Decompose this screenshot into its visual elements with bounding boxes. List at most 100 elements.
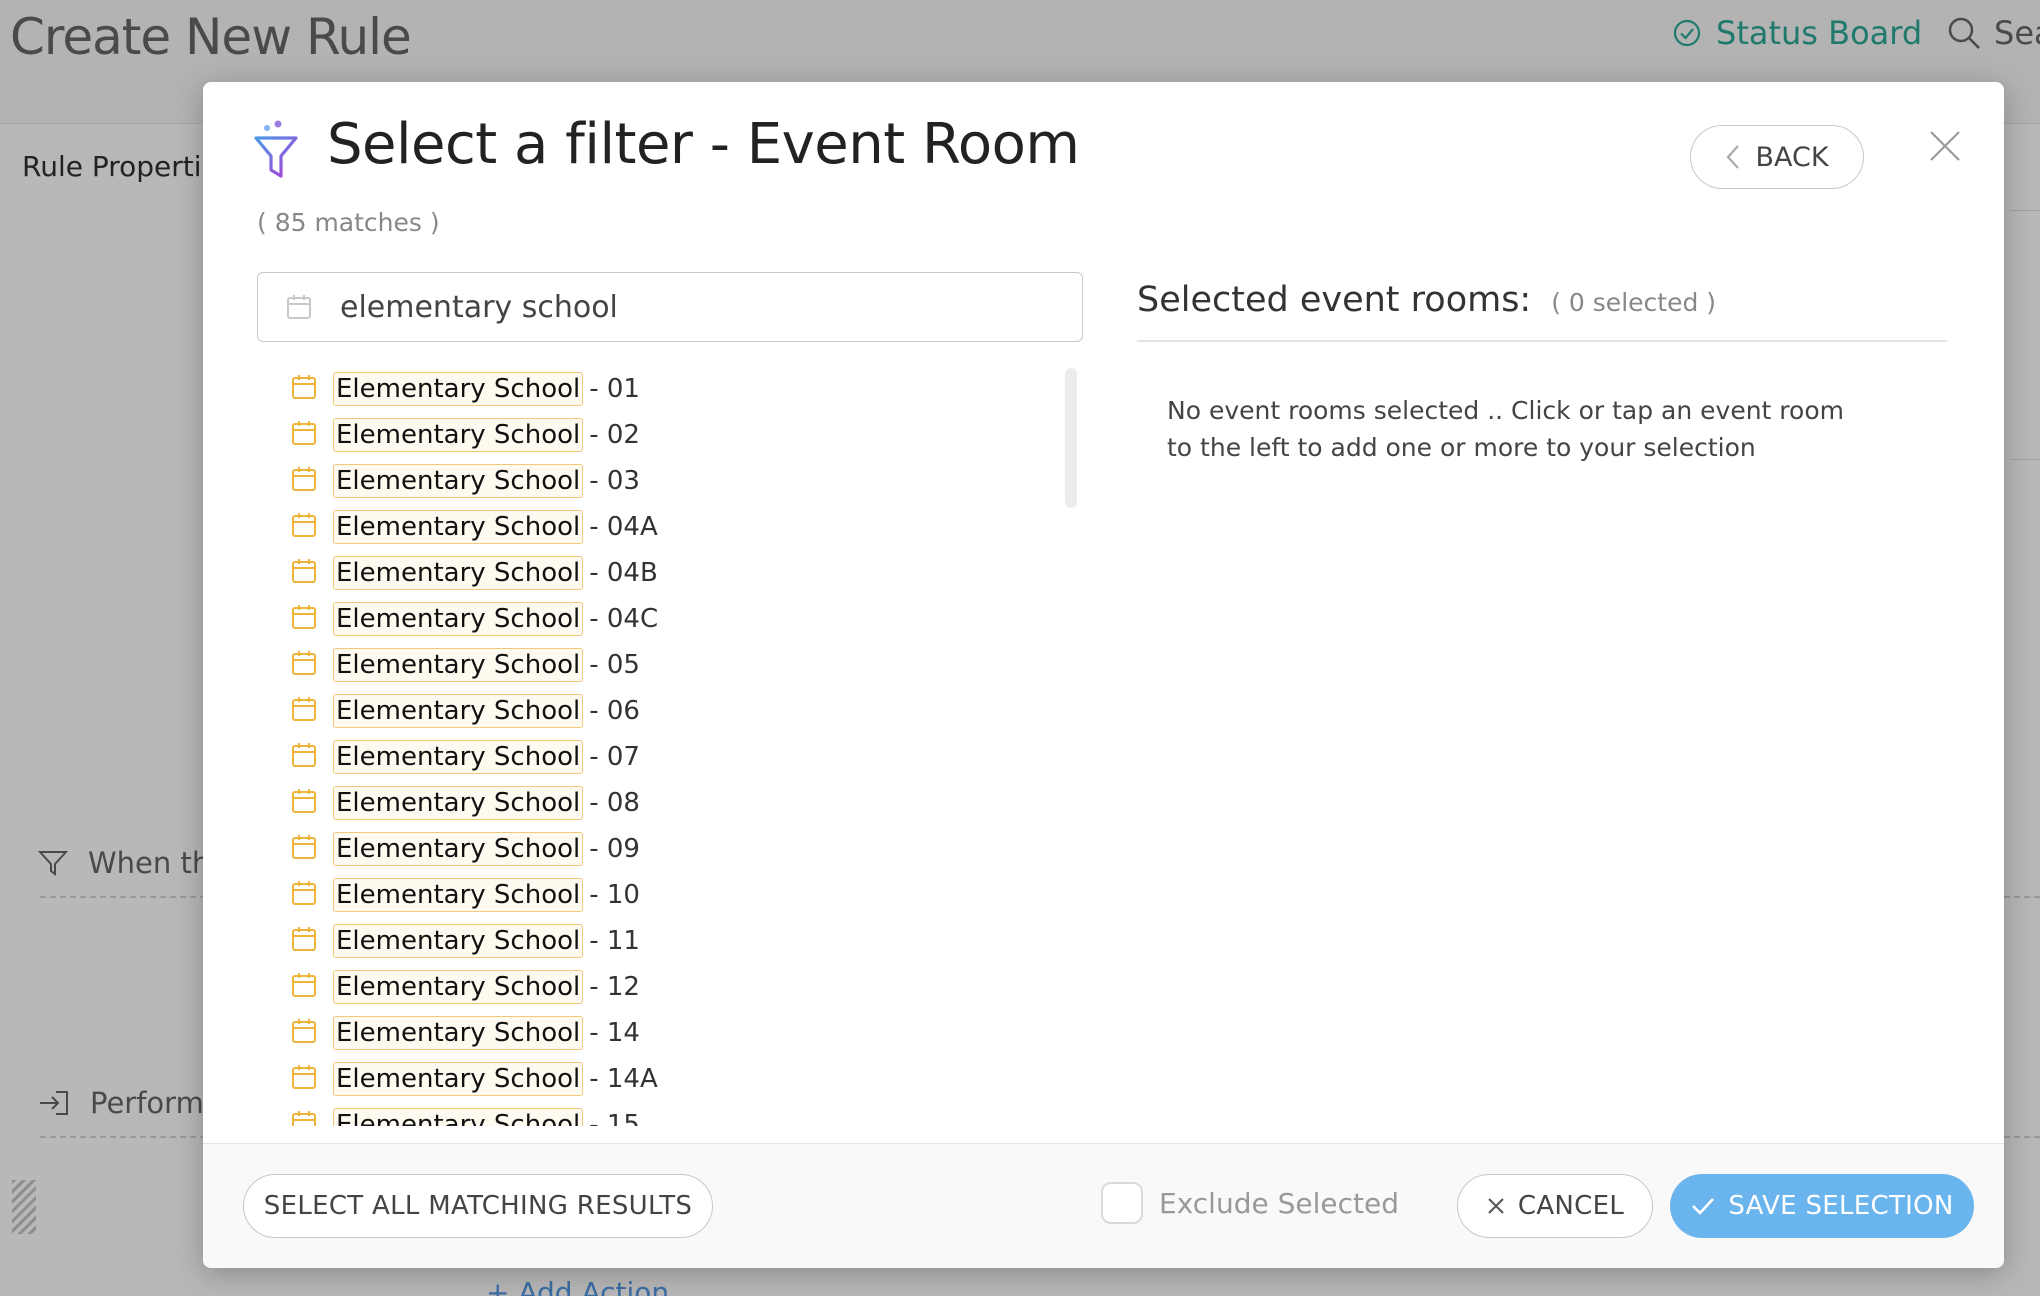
perform-section: Perform t <box>38 1086 224 1120</box>
global-search[interactable]: Sea <box>1946 14 2040 52</box>
status-board-link[interactable]: Status Board <box>1672 14 1922 52</box>
match-highlight: Elementary School <box>333 464 584 498</box>
status-board-label: Status Board <box>1716 14 1923 52</box>
selected-header: Selected event rooms: ( 0 selected ) <box>1137 280 1716 320</box>
event-room-search <box>257 272 1083 342</box>
match-highlight: Elementary School <box>333 556 584 590</box>
right-panel-edge <box>2010 210 2040 460</box>
list-item[interactable]: Elementary School - 06 <box>257 688 1057 734</box>
calendar-icon <box>291 834 317 864</box>
chevron-left-icon <box>1726 145 1740 169</box>
list-item[interactable]: Elementary School - 09 <box>257 826 1057 872</box>
calendar-icon <box>291 1110 317 1126</box>
close-icon <box>1488 1198 1504 1214</box>
calendar-icon <box>291 696 317 726</box>
search-label: Sea <box>1994 14 2040 52</box>
drag-handle[interactable] <box>12 1180 36 1234</box>
search-input[interactable] <box>340 289 1060 325</box>
calendar-icon <box>291 880 317 910</box>
room-suffix: - 01 <box>589 374 640 404</box>
list-item[interactable]: Elementary School - 03 <box>257 458 1057 504</box>
room-suffix: - 02 <box>589 420 640 450</box>
list-item[interactable]: Elementary School - 15 <box>257 1102 1057 1126</box>
room-suffix: - 09 <box>589 834 640 864</box>
room-suffix: - 10 <box>589 880 640 910</box>
page-title: Create New Rule <box>10 8 412 66</box>
results-scrollbar[interactable] <box>1065 368 1077 508</box>
list-item[interactable]: Elementary School - 01 <box>257 366 1057 412</box>
room-suffix: - 15 <box>589 1110 640 1126</box>
back-button[interactable]: BACK <box>1690 125 1864 189</box>
match-highlight: Elementary School <box>333 832 584 866</box>
room-suffix: - 04C <box>589 604 659 634</box>
calendar-icon <box>291 972 317 1002</box>
room-suffix: - 06 <box>589 696 640 726</box>
list-item[interactable]: Elementary School - 04C <box>257 596 1057 642</box>
calendar-icon <box>291 788 317 818</box>
list-item[interactable]: Elementary School - 10 <box>257 872 1057 918</box>
match-highlight: Elementary School <box>333 924 584 958</box>
list-item[interactable]: Elementary School - 14A <box>257 1056 1057 1102</box>
match-highlight: Elementary School <box>333 740 584 774</box>
calendar-icon <box>291 1018 317 1048</box>
select-all-button[interactable]: SELECT ALL MATCHING RESULTS <box>243 1174 713 1238</box>
room-suffix: - 14A <box>589 1064 658 1094</box>
match-highlight: Elementary School <box>333 510 584 544</box>
check-circle-icon <box>1673 19 1701 47</box>
calendar-icon <box>291 1064 317 1094</box>
match-highlight: Elementary School <box>333 878 584 912</box>
list-item[interactable]: Elementary School - 11 <box>257 918 1057 964</box>
match-highlight: Elementary School <box>333 694 584 728</box>
results-list: Elementary School - 01 Elementary School - … <box>257 366 1057 1126</box>
list-item[interactable]: Elementary School - 07 <box>257 734 1057 780</box>
list-item[interactable]: Elementary School - 02 <box>257 412 1057 458</box>
exclude-checkbox[interactable] <box>1101 1182 1143 1224</box>
exclude-selected-toggle[interactable]: Exclude Selected <box>1101 1182 1399 1224</box>
calendar-icon <box>291 466 317 496</box>
close-icon[interactable] <box>1923 124 1967 168</box>
save-selection-button[interactable]: SAVE SELECTION <box>1670 1174 1974 1238</box>
back-label: BACK <box>1755 141 1829 173</box>
match-highlight: Elementary School <box>333 372 584 406</box>
calendar-icon <box>291 558 317 588</box>
add-action-link[interactable]: + Add Action <box>486 1276 669 1296</box>
list-item[interactable]: Elementary School - 04A <box>257 504 1057 550</box>
room-suffix: - 03 <box>589 466 640 496</box>
select-filter-modal: Select a filter - Event Room ( 85 matche… <box>203 82 2004 1268</box>
exclude-label: Exclude Selected <box>1159 1186 1399 1220</box>
match-count: ( 85 matches ) <box>257 208 440 237</box>
room-suffix: - 04A <box>589 512 658 542</box>
room-suffix: - 14 <box>589 1018 640 1048</box>
room-suffix: - 08 <box>589 788 640 818</box>
calendar-icon <box>287 295 311 319</box>
calendar-icon <box>291 604 317 634</box>
list-item[interactable]: Elementary School - 04B <box>257 550 1057 596</box>
room-suffix: - 12 <box>589 972 640 1002</box>
cancel-label: CANCEL <box>1517 1191 1625 1221</box>
calendar-icon <box>291 374 317 404</box>
selected-count: ( 0 selected ) <box>1551 288 1717 317</box>
list-item[interactable]: Elementary School - 14 <box>257 1010 1057 1056</box>
list-item[interactable]: Elementary School - 12 <box>257 964 1057 1010</box>
cancel-button[interactable]: CANCEL <box>1457 1174 1653 1238</box>
calendar-icon <box>291 420 317 450</box>
match-highlight: Elementary School <box>333 418 584 452</box>
filter-funnel-icon <box>254 120 298 178</box>
match-highlight: Elementary School <box>333 648 584 682</box>
list-item[interactable]: Elementary School - 08 <box>257 780 1057 826</box>
empty-selection-message: No event rooms selected .. Click or tap … <box>1167 396 1844 462</box>
room-suffix: - 11 <box>589 926 640 956</box>
room-suffix: - 04B <box>589 558 658 588</box>
select-all-label: SELECT ALL MATCHING RESULTS <box>263 1191 693 1221</box>
search-icon <box>1948 17 1980 49</box>
room-suffix: - 05 <box>589 650 640 680</box>
list-item[interactable]: Elementary School - 05 <box>257 642 1057 688</box>
when-section: When the <box>38 846 228 880</box>
modal-footer: SELECT ALL MATCHING RESULTS Exclude Sele… <box>203 1143 2004 1268</box>
modal-title: Select a filter - Event Room <box>327 112 1080 177</box>
tab-rule-properties[interactable]: Rule Propertie <box>22 150 219 183</box>
selected-title: Selected event rooms: <box>1137 280 1532 320</box>
filter-icon <box>38 851 68 876</box>
calendar-icon <box>291 926 317 956</box>
selected-divider <box>1137 340 1947 342</box>
